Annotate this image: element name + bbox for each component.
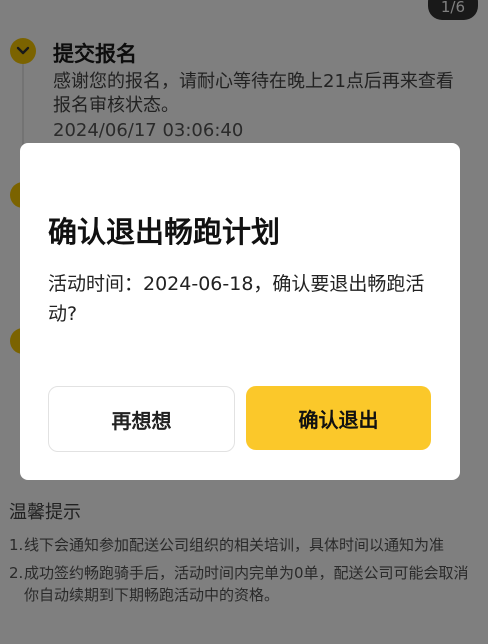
page: 1/6 提交报名 感谢您的报名，请耐心等待在晚上21点后再来查看报名审核状态。 … (0, 0, 488, 644)
confirm-exit-dialog: 确认退出畅跑计划 活动时间：2024-06-18，确认要退出畅跑活动? 再想想 … (20, 143, 460, 480)
dialog-message: 活动时间：2024-06-18，确认要退出畅跑活动? (48, 273, 425, 325)
confirm-exit-button[interactable]: 确认退出 (246, 386, 431, 450)
cancel-button[interactable]: 再想想 (48, 386, 235, 452)
dialog-title: 确认退出畅跑计划 (48, 215, 281, 249)
